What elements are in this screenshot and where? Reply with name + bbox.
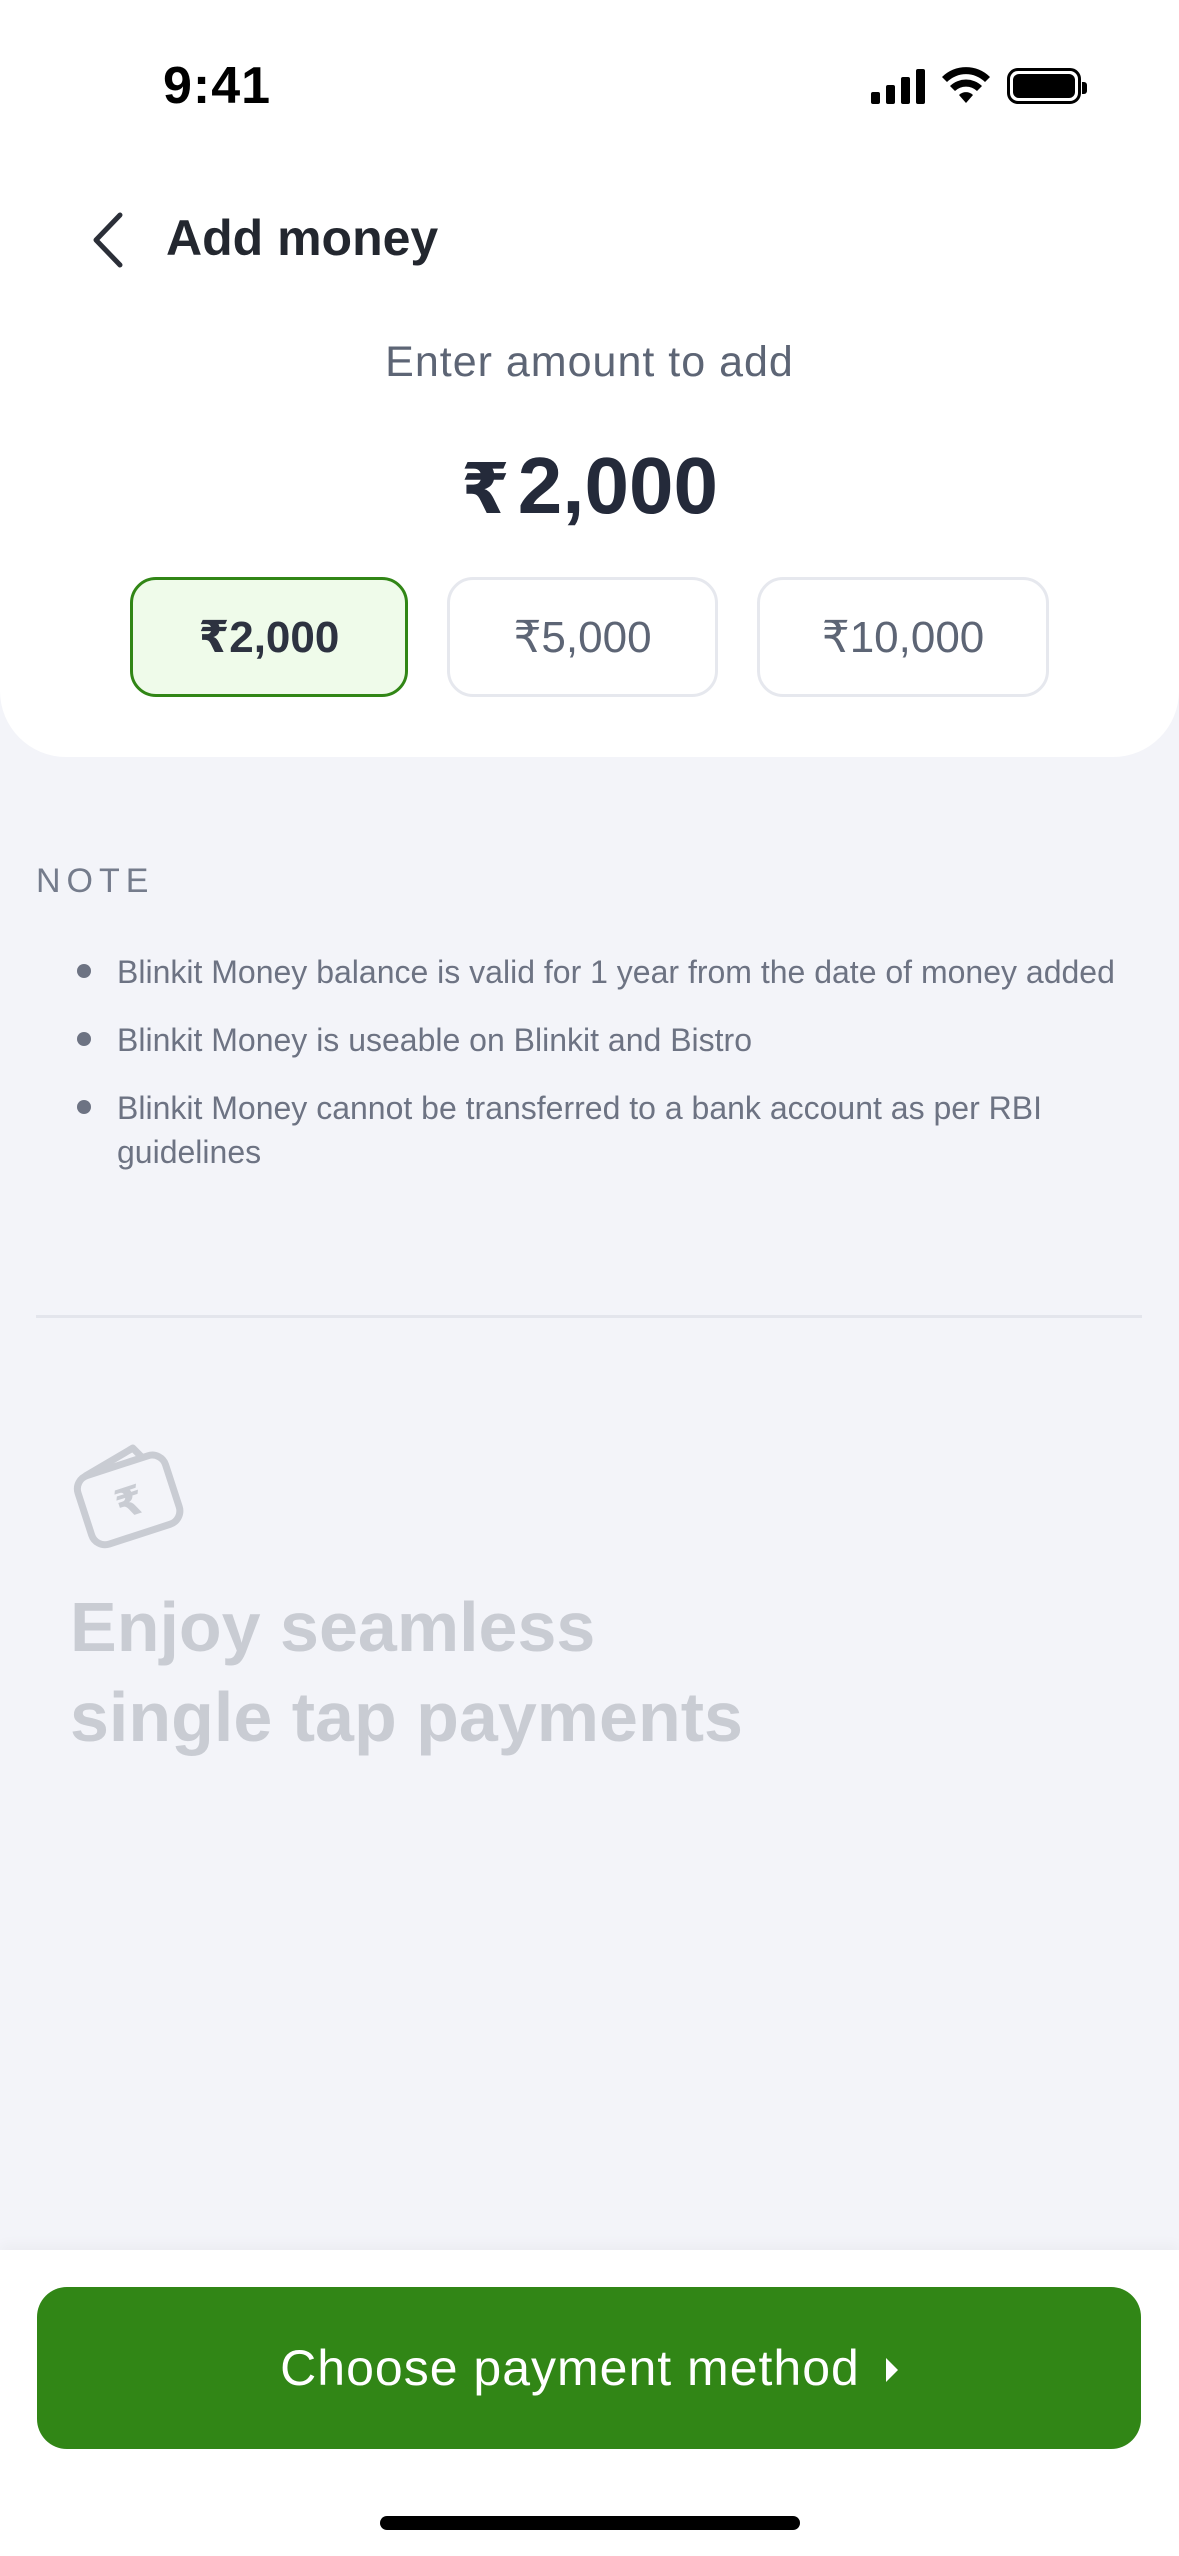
- note-item: Blinkit Money balance is valid for 1 yea…: [72, 950, 1122, 994]
- note-item: Blinkit Money is useable on Blinkit and …: [72, 1018, 1122, 1062]
- currency-symbol: ₹: [461, 450, 510, 528]
- cta-label: Choose payment method: [280, 2340, 860, 2396]
- back-button[interactable]: [80, 205, 136, 275]
- amount-chip-group: ₹2,000 ₹5,000 ₹10,000: [0, 577, 1179, 697]
- page-title: Add money: [166, 210, 439, 266]
- wallet-rupee-icon: ₹: [73, 1444, 184, 1549]
- section-divider: [36, 1315, 1142, 1318]
- svg-text:₹: ₹: [109, 1477, 150, 1529]
- chevron-left-icon: [93, 212, 123, 268]
- amount-label: Enter amount to add: [385, 338, 794, 386]
- home-indicator[interactable]: [380, 2516, 800, 2530]
- battery-icon: [1007, 68, 1087, 104]
- amount-chip-5000[interactable]: ₹5,000: [447, 577, 718, 697]
- choose-payment-method-button[interactable]: Choose payment method: [37, 2287, 1141, 2449]
- amount-value: 2,000: [517, 441, 718, 530]
- amount-chip-10000[interactable]: ₹10,000: [757, 577, 1049, 697]
- note-list: Blinkit Money balance is valid for 1 yea…: [72, 950, 1122, 1198]
- add-money-screen: 9:41 Add money Enter amount to add ₹2,00…: [0, 0, 1179, 2556]
- caret-right-icon: [885, 2358, 898, 2382]
- promo-line-2: single tap payments: [70, 1678, 743, 1756]
- status-icons: [871, 64, 1087, 108]
- promo-text: Enjoy seamless single tap payments: [70, 1582, 743, 1762]
- status-time: 9:41: [163, 57, 272, 115]
- wifi-icon: [942, 67, 990, 103]
- promo-line-1: Enjoy seamless: [70, 1588, 596, 1666]
- amount-chip-2000[interactable]: ₹2,000: [130, 577, 408, 697]
- note-item: Blinkit Money cannot be transferred to a…: [72, 1086, 1122, 1174]
- cellular-signal-icon: [871, 68, 925, 104]
- note-heading: NOTE: [36, 862, 155, 900]
- amount-input[interactable]: ₹2,000: [0, 440, 1179, 532]
